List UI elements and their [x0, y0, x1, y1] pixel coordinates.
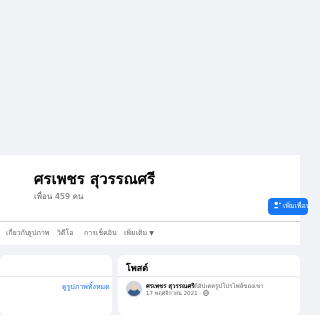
add-friend-button[interactable]: เพิ่มเพื่อน: [268, 198, 308, 215]
tab-more-label: เพิ่มเติม: [124, 229, 148, 237]
tab-about[interactable]: เกี่ยวกับ: [6, 222, 29, 245]
tab-videos[interactable]: วิดีโอ: [57, 222, 73, 245]
profile-tabs: เกี่ยวกับ รูปภาพ วิดีโอ การเช็คอิน เพิ่ม…: [0, 222, 300, 245]
add-friend-label: เพิ่มเพื่อน: [283, 202, 308, 210]
globe-icon: [203, 290, 209, 296]
posts-divider: [118, 276, 300, 277]
photos-card-divider: [0, 276, 112, 277]
cover-photo[interactable]: [0, 0, 300, 128]
tab-photos[interactable]: รูปภาพ: [28, 222, 49, 245]
tab-more[interactable]: เพิ่มเติม ▼: [124, 222, 154, 245]
profile-content: ดูรูปภาพทั้งหมด โพสต์ ศรเพชร สุวรรณศรี ไ…: [0, 245, 300, 315]
photos-card: ดูรูปภาพทั้งหมด: [0, 255, 112, 315]
cover-area: [0, 0, 300, 155]
post-date-text[interactable]: 17 พฤศจิกายน 2021 ·: [146, 291, 201, 297]
profile-header: ศรเพชร สุวรรณศรี เพื่อน 459 คน เพิ่มเพื่…: [0, 155, 308, 245]
friends-count[interactable]: เพื่อน 459 คน: [34, 190, 83, 203]
posts-card: โพสต์ ศรเพชร สุวรรณศรี ได้อัปเดตรูปโปรไฟ…: [118, 255, 300, 315]
profile-name: ศรเพชร สุวรรณศรี: [34, 170, 156, 188]
tab-checkins[interactable]: การเช็คอิน: [84, 222, 117, 245]
add-friend-icon: [273, 201, 281, 209]
posts-title: โพสต์: [126, 264, 149, 274]
avatar[interactable]: [126, 281, 142, 297]
all-photos-link[interactable]: ดูรูปภาพทั้งหมด: [62, 282, 110, 293]
post-date: 17 พฤศจิกายน 2021 ·: [146, 290, 209, 298]
chevron-down-icon: ▼: [149, 230, 154, 237]
